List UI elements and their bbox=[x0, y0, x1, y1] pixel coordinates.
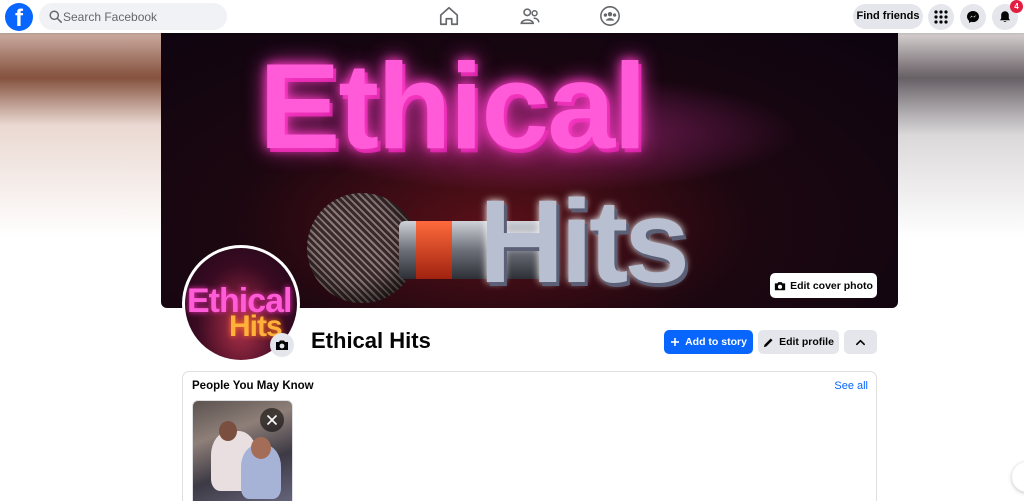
cover-backdrop-right bbox=[898, 33, 1024, 238]
search-bar[interactable] bbox=[39, 3, 227, 30]
messenger-icon bbox=[967, 11, 979, 23]
home-icon[interactable] bbox=[438, 5, 460, 27]
menu-button[interactable] bbox=[928, 4, 954, 30]
find-friends-button[interactable]: Find friends bbox=[853, 4, 923, 29]
add-to-story-button[interactable]: Add to story bbox=[664, 330, 753, 354]
profile-name: Ethical Hits bbox=[311, 328, 431, 353]
update-profile-picture-button[interactable] bbox=[270, 333, 294, 357]
new-message-button[interactable] bbox=[1012, 462, 1024, 492]
edit-profile-label: Edit profile bbox=[779, 336, 834, 348]
more-options-button[interactable] bbox=[844, 330, 877, 354]
photo-person-head bbox=[251, 437, 271, 459]
plus-icon bbox=[671, 338, 680, 346]
notification-count-badge: 4 bbox=[1010, 0, 1023, 13]
cover-title-line1: Ethical bbox=[259, 38, 647, 174]
cover-title-line2: Hits bbox=[479, 176, 690, 308]
search-icon bbox=[49, 10, 62, 23]
top-navigation-bar: f Find friends bbox=[0, 0, 1024, 33]
messenger-button[interactable] bbox=[960, 4, 986, 30]
cover-backdrop-left bbox=[0, 33, 162, 238]
groups-icon[interactable] bbox=[599, 5, 621, 27]
chevron-up-icon bbox=[856, 339, 865, 346]
edit-cover-photo-button[interactable]: Edit cover photo bbox=[770, 273, 877, 298]
add-to-story-label: Add to story bbox=[685, 336, 747, 348]
friends-icon[interactable] bbox=[519, 5, 541, 27]
see-all-link[interactable]: See all bbox=[834, 380, 868, 392]
edit-cover-photo-label: Edit cover photo bbox=[790, 279, 873, 292]
edit-profile-button[interactable]: Edit profile bbox=[758, 330, 839, 354]
camera-icon bbox=[774, 281, 786, 290]
people-you-may-know-section: People You May Know See all bbox=[182, 371, 877, 501]
search-input[interactable] bbox=[63, 3, 219, 30]
section-title: People You May Know bbox=[192, 380, 314, 392]
close-icon bbox=[266, 414, 278, 426]
facebook-logo[interactable]: f bbox=[5, 3, 33, 31]
pencil-icon bbox=[763, 337, 773, 347]
camera-icon bbox=[276, 340, 288, 350]
notifications-bell-icon bbox=[1000, 11, 1010, 23]
dismiss-suggestion-button[interactable] bbox=[260, 408, 284, 432]
menu-grid-icon bbox=[934, 10, 948, 24]
microphone-stripe bbox=[416, 221, 452, 279]
photo-person-head bbox=[219, 421, 237, 441]
